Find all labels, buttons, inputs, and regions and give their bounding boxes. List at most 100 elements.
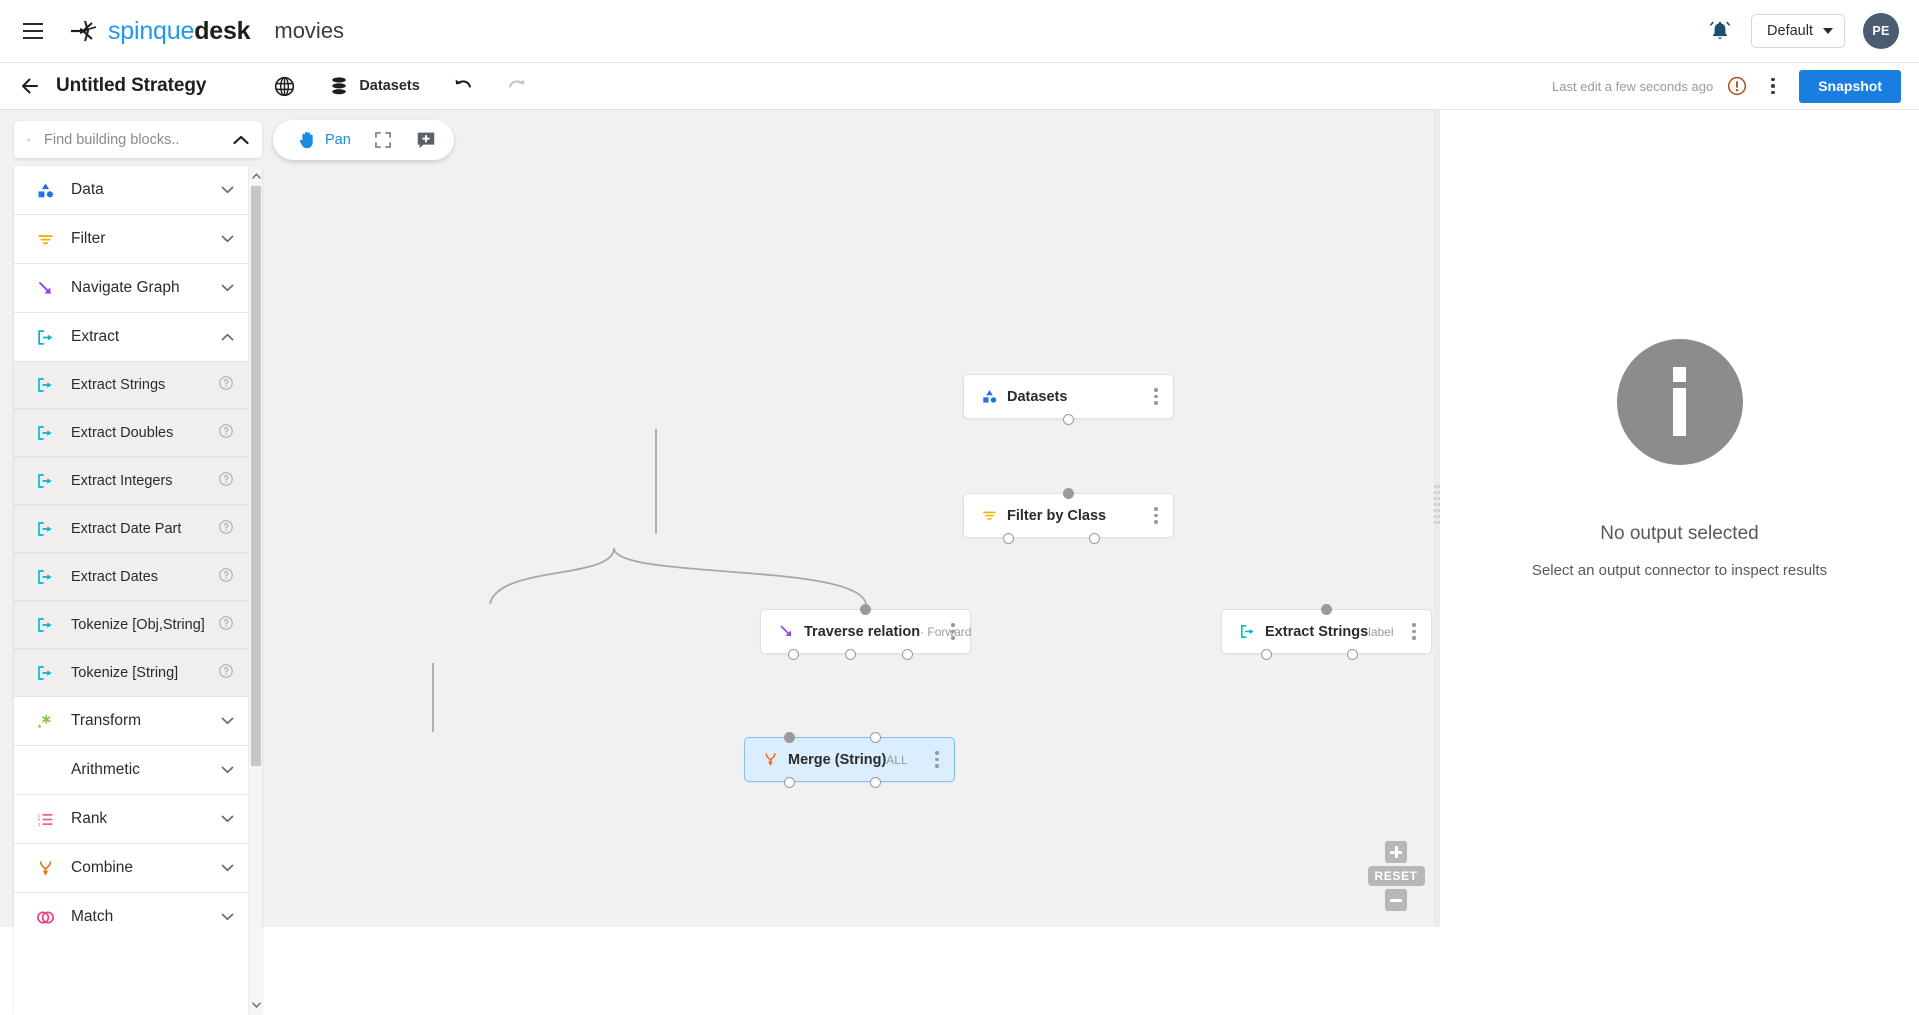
node-output-connector[interactable] [1062,413,1074,425]
combine-merge-icon [757,751,783,768]
node-input-connector[interactable] [783,731,795,743]
graph-node-filter-by-class[interactable]: Filter by Class [963,493,1174,538]
graph-node-filter-by-class-wrapper: Filter by Class [963,487,1174,544]
sidebar-item-extract-strings[interactable]: Extract Strings [14,361,248,409]
match-icon [36,908,58,927]
scroll-down-button[interactable] [249,997,262,1013]
brand-logo-area[interactable]: spinquedesk [69,16,251,45]
sidebar-item-label: Extract Date Part [71,521,182,537]
node-input-connector[interactable] [1062,487,1074,499]
help-circle-icon[interactable] [218,567,234,588]
filter-icon [36,230,58,249]
search-box[interactable] [14,121,262,158]
sidebar-item-tokenize-obj-string[interactable]: Tokenize [Obj,String] [14,601,248,649]
warning-exclamation-icon[interactable] [1727,76,1747,96]
sidebar-group-combine[interactable]: Combine [14,844,248,892]
sidebar-item-extract-integers[interactable]: Extract Integers [14,457,248,505]
back-button[interactable] [16,72,44,100]
no-output-title: No output selected [1600,522,1759,544]
help-circle-icon[interactable] [218,423,234,444]
last-edit-status: Last edit a few seconds ago [1552,78,1714,94]
sidebar-item-extract-doubles[interactable]: Extract Doubles [14,409,248,457]
sidebar-group-transform[interactable]: Transform [14,697,248,745]
node-output-connector[interactable] [783,776,795,788]
toolbar-tools: Datasets [257,66,543,106]
fit-to-screen-button[interactable] [364,123,402,157]
strategy-canvas[interactable]: Datasets Filter by Class Traverse relation… [268,110,1440,927]
pan-tool-button[interactable]: Pan [287,123,360,157]
zoom-in-button[interactable] [1385,841,1407,863]
node-menu-button[interactable] [1401,610,1427,653]
collapse-panel-button[interactable] [233,135,249,145]
hand-pan-icon [299,131,313,149]
sidebar-group-navigate-graph[interactable]: Navigate Graph [14,264,248,312]
sidebar-scrollbar[interactable] [248,166,262,1015]
graph-node-traverse-relation[interactable]: Traverse relation· Forward [760,609,971,654]
node-output-connector[interactable] [1346,648,1358,660]
undo-button[interactable] [436,66,490,106]
node-output-connector[interactable] [1088,532,1100,544]
combine-merge-icon [36,859,58,878]
help-circle-icon[interactable] [218,471,234,492]
node-menu-button[interactable] [940,610,966,653]
scrollbar-thumb[interactable] [251,186,261,766]
sidebar-item-extract-date-part[interactable]: Extract Date Part [14,505,248,553]
info-icon-dot [1673,367,1686,382]
node-output-connector[interactable] [1002,532,1014,544]
help-circle-icon[interactable] [218,663,234,684]
sidebar-item-extract-dates[interactable]: Extract Dates [14,553,248,601]
sidebar-group-filter[interactable]: Filter [14,215,248,263]
redo-button[interactable] [490,66,544,106]
globe-icon [275,76,295,96]
sidebar-item-tokenize-string[interactable]: Tokenize [String] [14,649,248,697]
node-output-connector[interactable] [1260,648,1272,660]
node-input-connector[interactable] [859,603,871,615]
hamburger-menu-icon[interactable] [16,14,50,48]
sidebar-group-extract[interactable]: Extract [14,313,248,361]
node-text: Merge (String)ALL [788,751,924,769]
bell-icon[interactable] [1707,18,1733,44]
user-avatar[interactable]: PE [1863,13,1899,49]
zoom-out-button[interactable] [1385,889,1407,911]
chevron-down-icon [221,235,234,243]
workspace-selector[interactable]: Default [1751,14,1845,48]
snapshot-button[interactable]: Snapshot [1799,69,1901,103]
scroll-up-button[interactable] [249,168,262,184]
zoom-reset-button[interactable]: RESET [1367,866,1425,886]
datasets-button[interactable]: Datasets [312,66,435,106]
add-comment-button[interactable] [406,123,446,157]
search-input[interactable] [42,130,233,149]
pan-tool-label: Pan [325,132,351,148]
sidebar-group-match[interactable]: Match [14,893,248,941]
more-options-button[interactable] [1761,72,1785,100]
node-input-connector[interactable] [869,731,881,743]
node-menu-button[interactable] [1143,494,1169,537]
sidebar-group-arithmetic[interactable]: Arithmetic [14,746,248,794]
graph-node-merge-string[interactable]: Merge (String)ALL [744,737,955,782]
graph-node-datasets-wrapper: Datasets [963,374,1174,425]
page-title[interactable]: Untitled Strategy [56,75,206,97]
help-circle-icon[interactable] [218,375,234,396]
help-circle-icon[interactable] [218,519,234,540]
datasets-label: Datasets [359,78,420,94]
node-input-connector[interactable] [1320,603,1332,615]
node-output-connector[interactable] [787,648,799,660]
node-output-connector[interactable] [901,648,913,660]
graph-node-extract-strings[interactable]: Extract Stringslabel [1221,609,1432,654]
brand-spinque-text: spinque [108,16,195,45]
node-menu-button[interactable] [924,738,950,781]
sidebar-group-label: Match [71,908,114,925]
help-circle-icon[interactable] [218,615,234,636]
graph-node-datasets[interactable]: Datasets [963,374,1174,419]
node-title: Merge (String) [788,751,887,768]
globe-button[interactable] [257,66,312,106]
node-output-connector[interactable] [869,776,881,788]
node-output-connector[interactable] [844,648,856,660]
extract-icon [36,472,58,490]
node-menu-button[interactable] [1143,375,1169,418]
building-blocks-sidebar: Data Filter [0,110,268,1015]
project-name: movies [274,18,345,43]
extract-icon [36,616,58,634]
sidebar-group-rank[interactable]: 1 2 3 Rank [14,795,248,843]
sidebar-group-data[interactable]: Data [14,166,248,214]
